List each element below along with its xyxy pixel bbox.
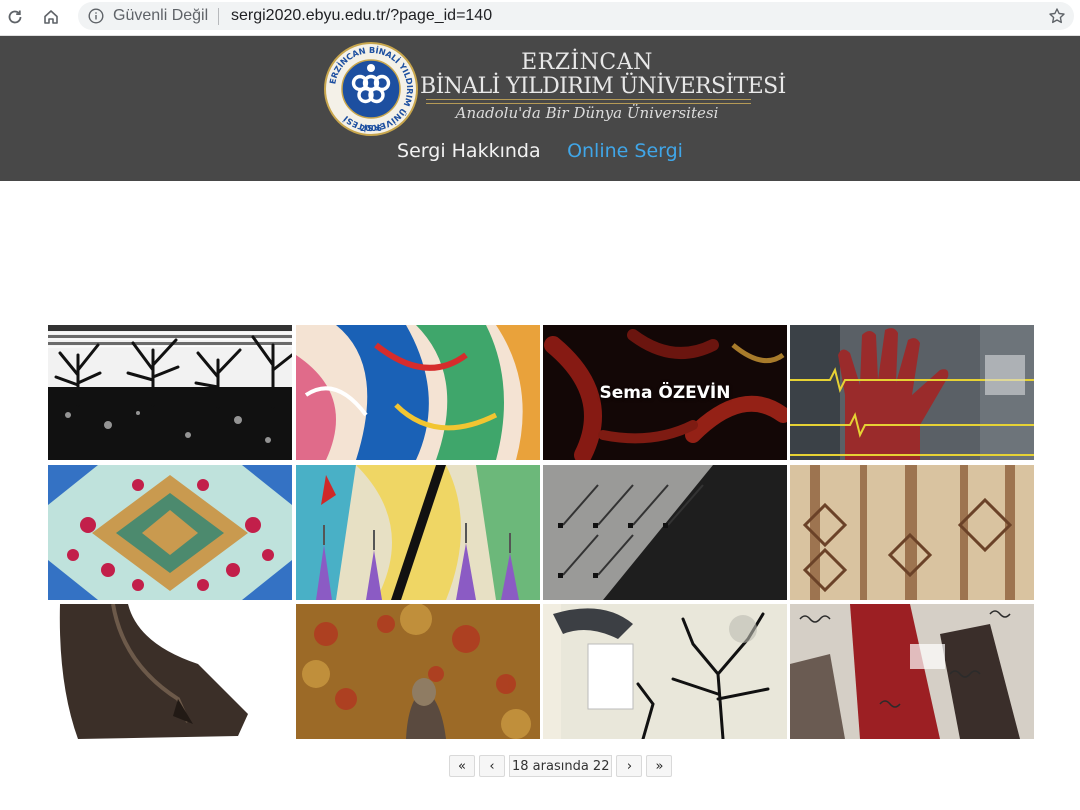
artwork-tile-pattern-image bbox=[48, 465, 292, 600]
artwork-abstract-face-image bbox=[296, 325, 540, 460]
artwork-rust-wall-figure-image bbox=[296, 604, 540, 739]
previous-page-button[interactable]: ‹ bbox=[479, 755, 505, 777]
seal-year: 2006 bbox=[360, 124, 383, 133]
logo-title-line1: ERZİNCAN bbox=[521, 50, 653, 75]
artwork-leather-sculpture-image bbox=[48, 604, 292, 739]
artwork-red-script-collage-image bbox=[790, 604, 1034, 739]
security-status[interactable]: Güvenli Değil bbox=[113, 7, 208, 25]
artwork-wood-motif-image bbox=[790, 465, 1034, 600]
artwork-thumbnail[interactable] bbox=[790, 325, 1034, 460]
artwork-red-hand-image bbox=[790, 325, 1034, 460]
artwork-thumbnail[interactable] bbox=[543, 465, 787, 600]
artwork-trees-image bbox=[48, 325, 292, 460]
artwork-thumbnail[interactable] bbox=[790, 604, 1034, 739]
first-page-button[interactable]: « bbox=[449, 755, 475, 777]
artwork-face-arrows-image bbox=[296, 465, 540, 600]
artwork-thumbnail[interactable] bbox=[543, 604, 787, 739]
artwork-thumbnail[interactable] bbox=[296, 465, 540, 600]
artwork-thumbnail[interactable] bbox=[296, 325, 540, 460]
last-page-button[interactable]: » bbox=[646, 755, 673, 777]
browser-toolbar: Güvenli Değil sergi2020.ebyu.edu.tr/?pag… bbox=[0, 0, 1080, 36]
artwork-thumbnail[interactable] bbox=[48, 604, 292, 739]
bookmark-star-icon[interactable] bbox=[1046, 5, 1068, 27]
artwork-thumbnail-hovered[interactable]: Sema ÖZEVİN bbox=[543, 325, 787, 460]
artwork-hover-caption: Sema ÖZEVİN bbox=[599, 382, 731, 403]
home-icon[interactable] bbox=[38, 4, 64, 30]
logo-title-line2: BİNALİ YILDIRIM ÜNİVERSİTESİ bbox=[420, 74, 786, 99]
page-info: 18 arasında 22 bbox=[509, 755, 613, 777]
artwork-thumbnail[interactable] bbox=[790, 465, 1034, 600]
main-nav: Sergi Hakkında Online Sergi bbox=[0, 140, 1080, 162]
nav-online-sergi[interactable]: Online Sergi bbox=[567, 140, 683, 162]
artwork-gallery: Sema ÖZEVİN bbox=[48, 325, 1034, 739]
nav-sergi-hakkinda[interactable]: Sergi Hakkında bbox=[397, 140, 541, 162]
gallery-pagination: « ‹ 18 arasında 22 › » bbox=[449, 755, 673, 777]
artwork-thumbnail[interactable] bbox=[48, 325, 292, 460]
address-bar[interactable]: Güvenli Değil sergi2020.ebyu.edu.tr/?pag… bbox=[78, 2, 1074, 30]
university-seal-logo[interactable]: ERZİNCAN BİNALİ YILDIRIM ÜNİVERSİTESİ 20… bbox=[323, 41, 419, 137]
reload-icon[interactable] bbox=[2, 4, 28, 30]
artwork-quarantine-tree-image bbox=[543, 604, 787, 739]
next-page-button[interactable]: › bbox=[616, 755, 643, 777]
omnibox-divider bbox=[218, 8, 219, 25]
artwork-thumbnail[interactable] bbox=[296, 604, 540, 739]
artwork-thumbnail[interactable] bbox=[48, 465, 292, 600]
info-icon[interactable] bbox=[88, 8, 104, 24]
artwork-concrete-wall-image bbox=[543, 465, 787, 600]
site-header: ERZİNCAN BİNALİ YILDIRIM ÜNİVERSİTESİ 20… bbox=[0, 36, 1080, 181]
url-text[interactable]: sergi2020.ebyu.edu.tr/?page_id=140 bbox=[231, 7, 492, 25]
logo-tagline: Anadolu'da Bir Dünya Üniversitesi bbox=[455, 104, 719, 122]
